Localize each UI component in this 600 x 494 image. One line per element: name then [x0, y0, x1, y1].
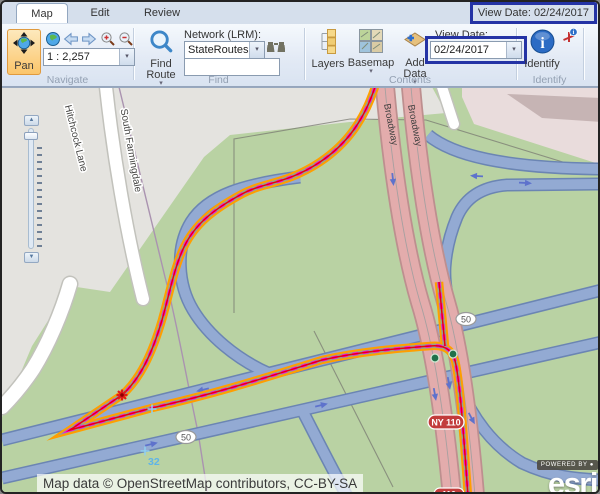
- map-attribution: Map data © OpenStreetMap contributors, C…: [37, 474, 363, 493]
- network-input[interactable]: [185, 42, 249, 58]
- pan-label: Pan: [14, 61, 34, 72]
- slider-thumb[interactable]: [24, 132, 38, 140]
- network-combo: ▾: [184, 41, 265, 59]
- basemap-icon: [359, 29, 383, 58]
- map-canvas[interactable]: 32 50 50 NY 110: [2, 87, 600, 494]
- map-scale-combo: ▾: [43, 48, 135, 66]
- navigate-group-label: Navigate: [2, 74, 133, 86]
- pan-tool-button[interactable]: Pan: [7, 29, 41, 75]
- scale-dropdown-button[interactable]: ▾: [119, 49, 134, 65]
- map-graphics: 32 50 50 NY 110: [2, 87, 600, 494]
- route-vertex[interactable]: [431, 354, 439, 362]
- route-query-input[interactable]: [185, 59, 279, 75]
- view-date-status-callout: View Date: 02/24/2017: [470, 2, 597, 24]
- map-scale-input[interactable]: [44, 49, 119, 65]
- view-date-dropdown-button[interactable]: ▾: [506, 42, 521, 58]
- group-separator: [304, 28, 306, 80]
- add-data-icon: [403, 29, 427, 58]
- tab-review[interactable]: Review: [132, 3, 192, 23]
- slider-zoom-in-button[interactable]: ▲: [24, 115, 39, 126]
- parkway-ref-shield: 50: [456, 313, 476, 326]
- identify-group-label: Identify: [516, 74, 583, 86]
- full-extent-globe-icon[interactable]: [45, 31, 61, 47]
- view-date-combo: ▾: [430, 41, 522, 59]
- group-separator: [583, 28, 585, 80]
- tab-edit[interactable]: Edit: [76, 3, 124, 23]
- tab-map[interactable]: Map: [16, 3, 68, 23]
- svg-text:i: i: [540, 35, 545, 52]
- previous-extent-icon[interactable]: [63, 31, 79, 47]
- view-date-input[interactable]: [431, 42, 506, 58]
- ny110-route-shield: NY 110: [428, 415, 464, 429]
- view-date-annotation-box: ▾: [425, 36, 527, 64]
- ribbon: Pan ▾ Navigate: [2, 24, 598, 87]
- network-lrm-label: Network (LRM):: [184, 29, 261, 41]
- identify-label: Identify: [524, 59, 559, 70]
- esri-logo: esri: [548, 466, 597, 494]
- svg-text:50: 50: [181, 433, 191, 443]
- svg-text:50: 50: [461, 315, 471, 325]
- binoculars-search-icon[interactable]: [267, 40, 285, 60]
- layers-label: Layers: [311, 59, 344, 70]
- next-extent-icon[interactable]: [81, 31, 97, 47]
- measure-value-label: 32: [148, 456, 160, 468]
- pan-icon: [13, 32, 35, 59]
- ny110-route-shield-partial: 110: [434, 488, 464, 494]
- contents-group-label: Contents: [304, 74, 516, 86]
- route-vertex[interactable]: [449, 350, 457, 358]
- identify-button[interactable]: i Identify: [521, 29, 563, 70]
- svg-text:NY 110: NY 110: [431, 418, 460, 428]
- map-zoom-slider: ▲ ▼: [24, 115, 44, 263]
- app-window: Map Edit Review View Date: 02/24/2017 Pa…: [0, 0, 600, 494]
- layers-button[interactable]: Layers: [308, 29, 348, 70]
- network-dropdown-button[interactable]: ▾: [249, 42, 264, 58]
- basemap-button[interactable]: Basemap ▾: [349, 29, 393, 75]
- zoom-out-icon[interactable]: [118, 31, 134, 47]
- slider-tick-marks: [37, 147, 42, 247]
- identify-route-location-icon[interactable]: i: [561, 28, 578, 50]
- parkway-ref-shield: 50: [176, 431, 196, 444]
- zoom-in-icon[interactable]: [100, 31, 116, 47]
- slider-track[interactable]: [28, 128, 34, 249]
- ribbon-tab-strip: Map Edit Review View Date: 02/24/2017: [2, 2, 598, 24]
- route-event-marker[interactable]: [117, 390, 128, 401]
- find-group-label: Find: [133, 74, 304, 86]
- identify-info-icon: i: [530, 29, 555, 59]
- layers-icon: [316, 29, 340, 59]
- svg-text:110: 110: [442, 489, 456, 494]
- slider-zoom-out-button[interactable]: ▼: [24, 252, 39, 263]
- find-route-magnifier-icon: [149, 29, 174, 59]
